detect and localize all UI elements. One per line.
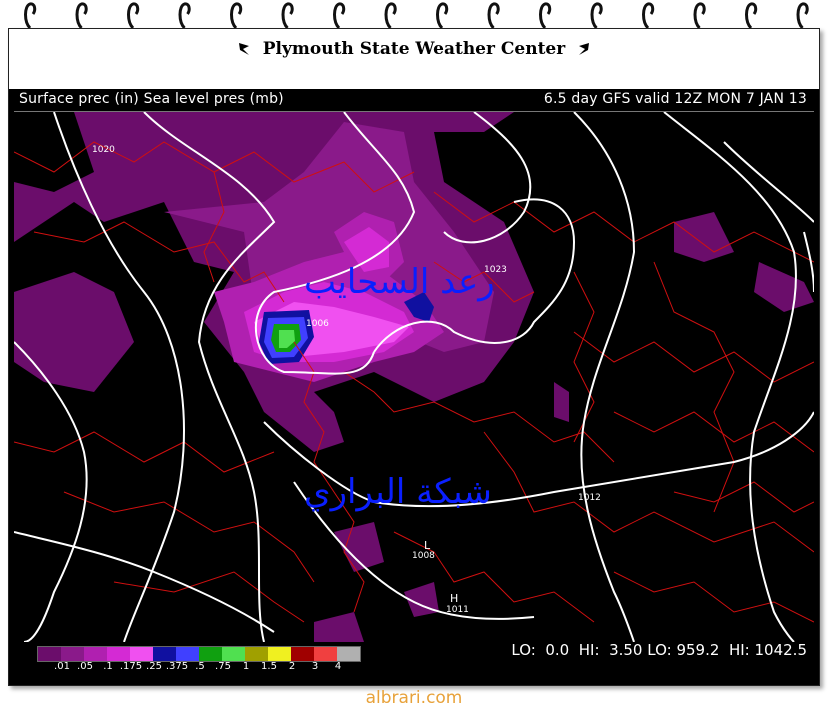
map-stats: LO: 0.0 HI: 3.50 LO: 959.2 HI: 1042.5	[511, 641, 807, 659]
header-band	[9, 29, 819, 89]
legend-tick-label: 2	[288, 661, 296, 672]
legend-swatch	[199, 647, 222, 661]
legend-tick-label: .1	[103, 661, 113, 672]
spiral-coil	[178, 2, 191, 30]
legend-tick-label: 1	[242, 661, 250, 672]
pressure-label: 1012	[578, 493, 601, 503]
legend-tick-label: 3	[311, 661, 319, 672]
spiral-coil	[333, 2, 346, 30]
legend-tick-label: .01	[54, 661, 70, 672]
hi2-label: HI:	[728, 641, 750, 659]
legend-tick-label: 4	[334, 661, 342, 672]
legend-swatch	[61, 647, 84, 661]
high-pressure-marker: H	[450, 592, 458, 605]
legend-tick-label: .25	[146, 661, 162, 672]
legend-swatch	[245, 647, 268, 661]
lo2-value: 959.2	[676, 641, 720, 659]
legend-swatch	[84, 647, 107, 661]
spiral-coil	[24, 2, 37, 30]
legend-tick-label: .175	[119, 661, 143, 672]
legend-swatch	[130, 647, 153, 661]
legend-swatch	[268, 647, 291, 661]
lo2-label: LO:	[647, 641, 672, 659]
map-graphics: 1020 1023 1006 1012 1008 1011 L H	[14, 112, 814, 642]
hi2-value: 1042.5	[754, 641, 808, 659]
legend-swatch	[314, 647, 337, 661]
low-pressure-marker: L	[424, 539, 431, 552]
legend-swatch	[337, 647, 360, 661]
hi-value: 3.50	[609, 641, 643, 659]
spiral-coil	[436, 2, 449, 30]
pressure-label: 1008	[412, 551, 435, 561]
legend-tick-label: .05	[77, 661, 93, 672]
spiral-coil	[745, 2, 758, 30]
spiral-coil	[384, 2, 397, 30]
overlay-text-top: رعد السحايب	[304, 262, 495, 302]
precipitation-map: 1020 1023 1006 1012 1008 1011 L H رعد ال…	[14, 111, 814, 642]
spiral-coil	[230, 2, 243, 30]
lo-label: LO:	[511, 641, 536, 659]
spiral-coil	[539, 2, 552, 30]
pressure-label: 1020	[92, 145, 115, 155]
map-variables-label: Surface prec (in) Sea level pres (mb)	[19, 91, 284, 107]
spiral-coil	[127, 2, 140, 30]
right-flag-icon	[579, 43, 590, 55]
spiral-coil	[590, 2, 603, 30]
spiral-coil	[487, 2, 500, 30]
legend-swatch	[291, 647, 314, 661]
spiral-coil	[642, 2, 655, 30]
legend-tick-label: .75	[215, 661, 231, 672]
title-text: Plymouth State Weather Center	[262, 39, 566, 59]
legend-tick-label: 1.5	[261, 661, 277, 672]
pressure-label: 1011	[446, 605, 469, 615]
spiral-coil	[796, 2, 809, 30]
legend-tick-label: .375	[165, 661, 189, 672]
lo-value: 0.0	[545, 641, 570, 659]
forecast-valid-label: 6.5 day GFS valid 12Z MON 7 JAN 13	[543, 91, 807, 107]
spiral-coil	[281, 2, 294, 30]
spiral-coil	[693, 2, 706, 30]
left-flag-icon	[238, 43, 249, 55]
legend-swatch	[176, 647, 199, 661]
pressure-label: 1006	[306, 319, 329, 329]
overlay-text-bottom: شبكة البراري	[304, 472, 492, 512]
legend-tick-label: .5	[195, 661, 205, 672]
precip-color-scale	[37, 646, 361, 662]
legend-swatch	[107, 647, 130, 661]
legend-swatch	[38, 647, 61, 661]
precip-shading	[14, 112, 814, 642]
hi-label: HI:	[578, 641, 600, 659]
legend-swatch	[153, 647, 176, 661]
legend-swatch	[222, 647, 245, 661]
page-title: Plymouth State Weather Center	[9, 39, 819, 59]
spiral-coil	[75, 2, 88, 30]
watermark: albrari.com	[365, 688, 463, 708]
weather-map-frame: Plymouth State Weather Center Surface pr…	[8, 28, 820, 686]
